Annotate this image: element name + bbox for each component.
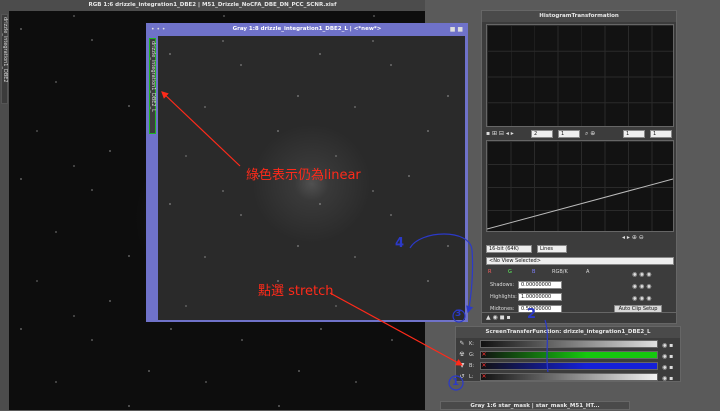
stf-k-label: K:: [469, 341, 474, 347]
vertical-zoom[interactable]: 1: [558, 130, 580, 138]
stf-b-bar[interactable]: [480, 362, 658, 370]
stf-auto-stretch-icon[interactable]: ☢: [458, 351, 466, 359]
bit-depth-select[interactable]: 16-bit (64K): [486, 245, 532, 253]
graph-scroll-icons[interactable]: ◂ ▸ ⊕ ⊖: [622, 234, 644, 241]
gray-side-tab[interactable]: drizzle_integration1_DBE2_L: [149, 38, 156, 134]
stf-reset-icon[interactable]: ↺: [458, 373, 466, 381]
vertical-zoom-2[interactable]: 1: [650, 130, 672, 138]
view-selector[interactable]: <No View Selected>: [486, 257, 674, 265]
stf-zoom-icon[interactable]: ▼: [458, 362, 466, 370]
shadows-input[interactable]: 0.00000000: [518, 281, 562, 289]
stf-panel[interactable]: ScreenTransferFunction: drizzle_integrat…: [455, 326, 681, 382]
channel-g[interactable]: G: [508, 269, 512, 275]
stf-x-icon-3: ✕: [481, 373, 487, 380]
channel-b[interactable]: B: [532, 269, 535, 275]
annotation-num-1: 1: [452, 377, 459, 388]
graph-style-select[interactable]: Lines: [537, 245, 567, 253]
output-histogram-graph[interactable]: [486, 24, 674, 127]
shadows-label: Shadows:: [490, 282, 515, 288]
stf-g-bar[interactable]: [480, 351, 658, 359]
stf-x-icon: ✕: [481, 351, 487, 358]
stf-l-label: L:: [469, 374, 474, 380]
panel-side-icons[interactable]: ◉ ◉ ◉ ◉ ◉ ◉ ◉ ◉ ◉: [632, 269, 652, 305]
stf-k-bar[interactable]: [480, 340, 658, 348]
histogram-transformation-panel[interactable]: HistogramTransformation ▪ ⊞ ⊟ ◂ ▸ 2 1 ⌕ …: [481, 10, 677, 324]
annotation-green-note: 綠色表示仍為linear: [246, 168, 361, 183]
horizontal-zoom-2[interactable]: 1: [623, 130, 645, 138]
stf-link-icon[interactable]: ✎: [458, 340, 466, 348]
histogram-title[interactable]: HistogramTransformation: [482, 11, 676, 22]
highlights-label: Highlights:: [490, 294, 517, 300]
annotation-num-2: 2: [527, 307, 537, 322]
toolbar-icons[interactable]: ▪ ⊞ ⊟ ◂ ▸: [486, 130, 514, 137]
annotation-stretch-note: 點選 stretch: [258, 284, 334, 299]
star-mask-window[interactable]: Gray 1:6 star_mask | star_mask_M51_HT...: [440, 401, 630, 410]
channel-a[interactable]: A: [586, 269, 589, 275]
rgb-side-tab[interactable]: drizzle_integration1_DBE2: [1, 14, 8, 104]
stf-side-icons[interactable]: ◉ ▪ ◉ ▪ ◉ ▪ ◉ ▪: [662, 340, 673, 384]
transfer-curve: [487, 178, 673, 230]
input-histogram-graph[interactable]: [486, 140, 674, 232]
stf-x-icon-2: ✕: [481, 362, 487, 369]
gray-window-title[interactable]: Gray 1:8 drizzle_integration1_DBE2_L | <…: [147, 24, 467, 35]
annotation-num-3: 3: [455, 309, 462, 319]
highlights-input[interactable]: 1.00000000: [518, 293, 562, 301]
zoom-icon[interactable]: ⌕ ⊕: [585, 130, 595, 138]
horizontal-zoom[interactable]: 2: [531, 130, 553, 138]
channel-rgbk[interactable]: RGB/K: [552, 269, 568, 275]
gray-window-controls[interactable]: • • •: [151, 24, 165, 35]
rgb-window-title[interactable]: RGB 1:6 drizzle_integration1_DBE2 | M51_…: [0, 0, 425, 11]
stf-title[interactable]: ScreenTransferFunction: drizzle_integrat…: [456, 327, 680, 338]
stf-l-bar[interactable]: [480, 373, 658, 381]
annotation-num-4: 4: [395, 236, 405, 251]
histogram-bottom-toolbar[interactable]: ▲ ◉ ◼ ▪: [481, 312, 677, 324]
stf-b-label: B:: [469, 363, 475, 369]
channel-r[interactable]: R: [488, 269, 491, 275]
new-instance-icon[interactable]: ▲ ◉ ◼ ▪: [486, 314, 511, 321]
stf-g-label: G:: [469, 352, 475, 358]
gray-window-close-icon[interactable]: ■ ■: [450, 24, 463, 35]
